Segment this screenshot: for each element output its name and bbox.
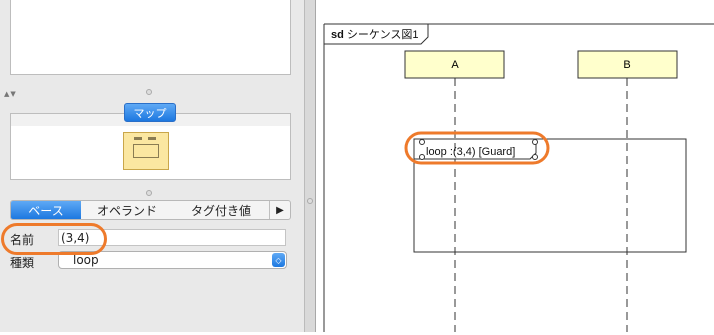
left-panel: ▲▼ マップ ベース オペランド タグ付き値 ▶ 名前 (3,4) 種類 loo… bbox=[0, 0, 304, 332]
lifeline-b-label: B bbox=[623, 59, 630, 71]
frame-title: sd シーケンス図1 bbox=[331, 28, 418, 41]
resize-handle-icon[interactable] bbox=[533, 140, 538, 145]
sequence-diagram: sd シーケンス図1 A B loop :(3,4) [Guard] bbox=[316, 0, 714, 332]
kind-select-value: loop bbox=[73, 253, 99, 267]
splitter-handle-icon[interactable] bbox=[146, 89, 152, 95]
fragment-label: loop :(3,4) [Guard] bbox=[426, 146, 515, 158]
select-arrows-icon: ◇ bbox=[272, 253, 285, 267]
collapse-toggle-icon[interactable]: ▲▼ bbox=[4, 90, 17, 98]
kind-select[interactable]: loop ◇ bbox=[58, 251, 287, 269]
resize-handle-icon[interactable] bbox=[420, 140, 425, 145]
tab-tagged-values[interactable]: タグ付き値 bbox=[173, 201, 269, 219]
property-tabs: ベース オペランド タグ付き値 ▶ bbox=[10, 200, 291, 220]
name-label: 名前 bbox=[10, 231, 34, 248]
map-pane[interactable] bbox=[10, 113, 291, 180]
lifeline-a-label: A bbox=[451, 59, 459, 71]
kind-label: 種類 bbox=[10, 254, 34, 271]
tab-operand[interactable]: オペランド bbox=[81, 201, 173, 219]
splitter-handle-icon[interactable] bbox=[146, 190, 152, 196]
name-field[interactable]: (3,4) bbox=[58, 229, 286, 246]
pane-divider[interactable] bbox=[304, 0, 316, 332]
tab-base[interactable]: ベース bbox=[11, 201, 81, 219]
thumb-fragment bbox=[133, 144, 159, 158]
diagram-canvas[interactable]: sd シーケンス図1 A B loop :(3,4) [Guard] bbox=[316, 0, 714, 332]
resize-handle-icon[interactable] bbox=[533, 155, 538, 160]
thumb-lifeline-b bbox=[148, 137, 156, 140]
diagram-thumbnail[interactable] bbox=[123, 132, 169, 170]
structure-tree-pane[interactable] bbox=[10, 0, 291, 75]
divider-grip-icon[interactable] bbox=[307, 198, 313, 204]
resize-handle-icon[interactable] bbox=[420, 155, 425, 160]
map-tab[interactable]: マップ bbox=[124, 103, 176, 122]
thumb-lifeline-a bbox=[134, 137, 142, 140]
more-tabs-icon[interactable]: ▶ bbox=[269, 201, 290, 219]
